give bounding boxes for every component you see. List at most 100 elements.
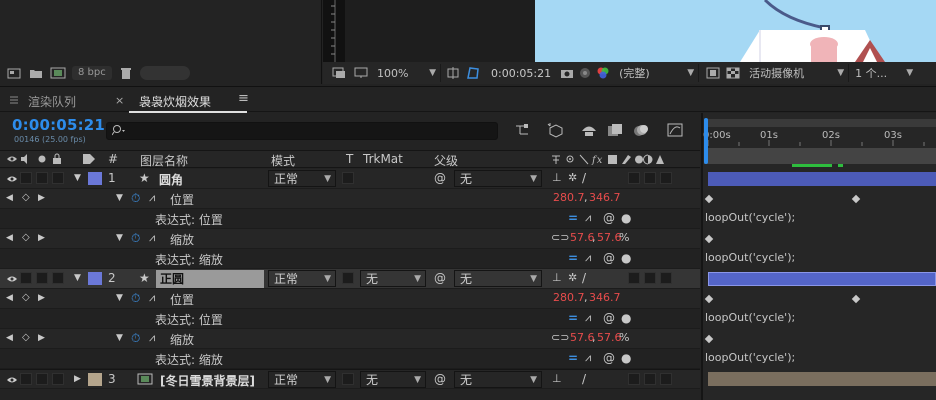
constrain-proportions-icon[interactable]: ⊂⊃: [551, 231, 569, 244]
motion-blur-switch[interactable]: [660, 272, 672, 284]
expression-row[interactable]: 表达式: 位置 = ⩘ @ ●: [0, 209, 700, 229]
frame-blend-switch[interactable]: [644, 373, 656, 385]
expression-enable-icon[interactable]: =: [568, 311, 578, 325]
transparency-grid-icon[interactable]: [725, 66, 741, 80]
layer-name[interactable]: 圆角: [159, 171, 183, 188]
new-composition-icon[interactable]: [50, 66, 66, 80]
comp-mini-flowchart-icon[interactable]: [514, 122, 532, 138]
audio-toggle[interactable]: [20, 172, 32, 184]
parent-select[interactable]: 无 ▼: [454, 270, 542, 287]
layer-duration-bar[interactable]: [708, 272, 936, 286]
always-preview-icon[interactable]: [331, 66, 347, 80]
expression-language-menu-icon[interactable]: ●: [621, 251, 631, 265]
label-color-swatch[interactable]: [88, 272, 102, 285]
viewer-timecode[interactable]: 0:00:05:21: [491, 67, 551, 80]
effect-switch[interactable]: [628, 272, 640, 284]
color-channels-icon[interactable]: [595, 66, 611, 80]
constrain-proportions-icon[interactable]: ⊂⊃: [551, 331, 569, 344]
add-keyframe-icon[interactable]: ◇: [22, 332, 30, 343]
graph-icon[interactable]: ⩘: [149, 291, 155, 305]
next-keyframe-icon[interactable]: ▶: [38, 193, 45, 203]
property-value-x[interactable]: 57.6: [570, 231, 595, 244]
property-value-x[interactable]: 57.6: [570, 331, 595, 344]
expression-pickwhip-icon[interactable]: @: [603, 351, 615, 365]
expression-row[interactable]: 表达式: 缩放 = ⩘ @ ●: [0, 349, 700, 369]
expression-graph-icon[interactable]: ⩘: [585, 251, 591, 265]
shy-layers-icon[interactable]: [580, 122, 598, 138]
project-scroll-pill[interactable]: [139, 66, 190, 80]
shy-switch-icon[interactable]: ⊥: [552, 271, 562, 284]
frame-blend-switch[interactable]: [644, 272, 656, 284]
expression-enable-icon[interactable]: =: [568, 351, 578, 365]
effect-switch[interactable]: [628, 172, 640, 184]
trkmat-select[interactable]: 无 ▼: [360, 371, 426, 388]
parent-select[interactable]: 无 ▼: [454, 371, 542, 388]
motion-blur-switch[interactable]: [660, 373, 672, 385]
expression-graph-icon[interactable]: ⩘: [585, 311, 591, 325]
frame-blending-icon[interactable]: [606, 122, 624, 138]
tab-composition[interactable]: 袅袅炊烟效果: [139, 93, 211, 110]
expression-enable-icon[interactable]: =: [568, 251, 578, 265]
time-navigator[interactable]: [704, 148, 936, 164]
next-keyframe-icon[interactable]: ▶: [38, 293, 45, 303]
audio-toggle[interactable]: [20, 272, 32, 284]
camera-select[interactable]: 活动摄像机 ▼: [745, 64, 850, 82]
add-keyframe-icon[interactable]: ◇: [22, 232, 30, 243]
add-keyframe-icon[interactable]: ◇: [22, 292, 30, 303]
blend-mode-select[interactable]: 正常 ▼: [268, 371, 336, 388]
layer-name[interactable]: [冬日雪景背景层]: [160, 372, 255, 389]
parent-pickwhip-icon[interactable]: @: [434, 171, 446, 185]
property-value-y[interactable]: 57.6: [597, 331, 622, 344]
frame-blend-switch[interactable]: [644, 172, 656, 184]
motion-blur-switch[interactable]: [660, 172, 672, 184]
expand-triangle-icon[interactable]: ▼: [74, 173, 81, 183]
mask-visibility-icon[interactable]: [465, 66, 481, 80]
preserve-transparency-toggle[interactable]: [342, 373, 354, 385]
tab-render-queue[interactable]: 渲染队列: [28, 93, 76, 110]
collapse-switch-icon[interactable]: ✲: [568, 171, 577, 184]
layer-name-edit-field[interactable]: 正圆: [156, 270, 264, 288]
expand-triangle-icon[interactable]: ▼: [116, 193, 123, 203]
bit-depth-button[interactable]: 8 bpc: [72, 66, 112, 80]
expand-triangle-icon[interactable]: ▼: [116, 333, 123, 343]
lock-toggle[interactable]: [52, 373, 64, 385]
solo-toggle[interactable]: [36, 272, 48, 284]
property-value-y[interactable]: 346.7: [589, 191, 621, 204]
graph-icon[interactable]: ⩘: [149, 191, 155, 205]
property-value-y[interactable]: 57.6: [597, 231, 622, 244]
next-keyframe-icon[interactable]: ▶: [38, 233, 45, 243]
region-of-interest-icon[interactable]: [705, 66, 721, 80]
prev-keyframe-icon[interactable]: ◀: [6, 293, 13, 303]
stopwatch-icon[interactable]: ⏱: [131, 291, 140, 306]
video-visibility-icon[interactable]: [6, 375, 18, 390]
expression-text[interactable]: loopOut('cycle');: [705, 251, 795, 264]
property-value-x[interactable]: 280.7: [553, 191, 585, 204]
preserve-transparency-toggle[interactable]: [342, 172, 354, 184]
trkmat-select[interactable]: 无 ▼: [360, 270, 426, 287]
stopwatch-icon[interactable]: ⏱: [131, 191, 140, 206]
expression-text[interactable]: loopOut('cycle');: [705, 211, 795, 224]
stopwatch-icon[interactable]: ⏱: [131, 231, 140, 246]
layer-duration-bar[interactable]: [708, 372, 936, 386]
prev-keyframe-icon[interactable]: ◀: [6, 193, 13, 203]
next-keyframe-icon[interactable]: ▶: [38, 333, 45, 343]
parent-pickwhip-icon[interactable]: @: [434, 372, 446, 386]
solo-toggle[interactable]: [36, 172, 48, 184]
snapshot-icon[interactable]: [559, 66, 575, 80]
column-layer-name[interactable]: 图层名称: [140, 152, 188, 169]
resolution-select[interactable]: (完整) ▼: [615, 64, 700, 82]
video-visibility-icon[interactable]: [6, 274, 18, 289]
property-value-y[interactable]: 346.7: [589, 291, 621, 304]
current-time-indicator[interactable]: [704, 118, 708, 164]
motion-blur-icon[interactable]: [632, 122, 650, 138]
label-color-swatch[interactable]: [88, 172, 102, 185]
label-color-swatch[interactable]: [88, 373, 102, 386]
prev-keyframe-icon[interactable]: ◀: [6, 333, 13, 343]
new-folder-icon[interactable]: [28, 66, 44, 80]
menu-lines-icon[interactable]: [6, 93, 22, 107]
expand-triangle-icon[interactable]: ▼: [116, 233, 123, 243]
expression-row[interactable]: 表达式: 缩放 = ⩘ @ ●: [0, 249, 700, 269]
solo-toggle[interactable]: [36, 373, 48, 385]
property-row[interactable]: ◀ ◇ ▶ ▼ ⏱ ⩘ 位置 280.7 , 346.7: [0, 189, 700, 209]
expression-language-menu-icon[interactable]: ●: [621, 211, 631, 225]
